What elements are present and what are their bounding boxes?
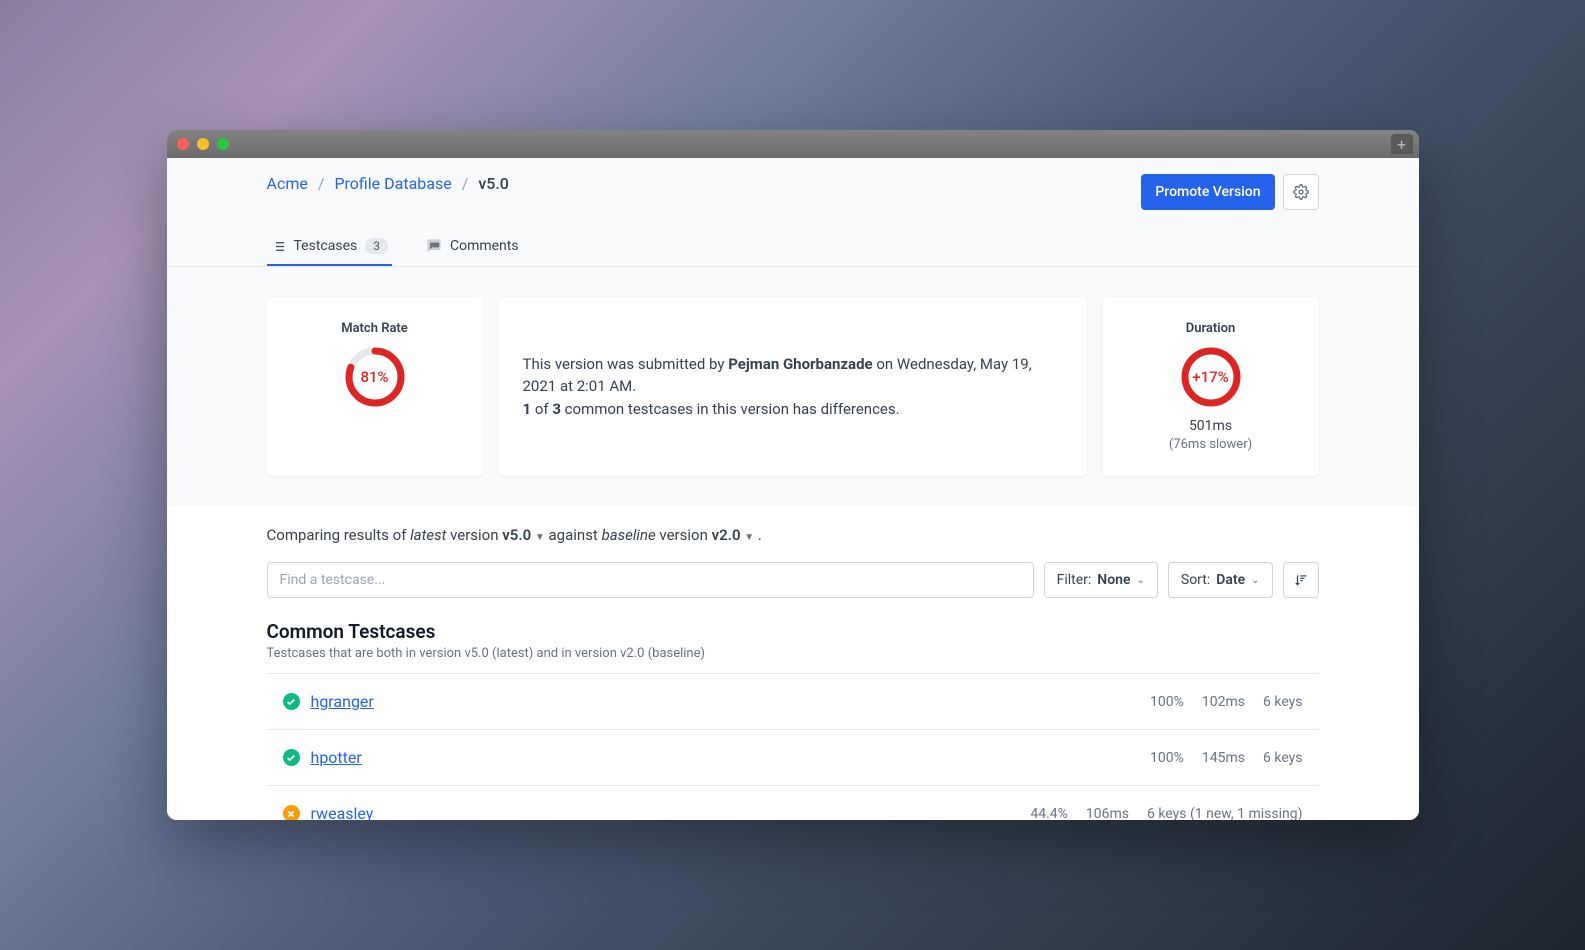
- table-row[interactable]: hpotter 100% 145ms 6 keys: [267, 729, 1319, 785]
- summary-line2: 1 of 3 common testcases in this version …: [523, 398, 1063, 421]
- duration-donut: +17%: [1180, 346, 1242, 408]
- content: Match Rate 81% This version was submitte…: [167, 267, 1419, 820]
- filter-dropdown[interactable]: Filter: None ⌄: [1044, 562, 1158, 598]
- row-duration: 145ms: [1202, 750, 1245, 766]
- tab-testcases[interactable]: Testcases 3: [267, 228, 392, 266]
- cmp-latest: latest: [410, 526, 446, 544]
- duration-ms: 501ms: [1189, 418, 1232, 434]
- chevron-down-icon[interactable]: ▼: [535, 532, 545, 543]
- testcase-link[interactable]: hgranger: [311, 692, 1133, 711]
- tab-comments[interactable]: Comments: [422, 228, 523, 266]
- row-duration: 106ms: [1086, 806, 1129, 821]
- section-subtitle: Testcases that are both in version v5.0 …: [267, 646, 1319, 661]
- row-keys: 6 keys: [1263, 694, 1302, 710]
- breadcrumb-sep: /: [318, 174, 325, 193]
- summary-of: of: [531, 400, 552, 418]
- sort-dropdown[interactable]: Sort: Date ⌄: [1168, 562, 1273, 598]
- tabs: Testcases 3 Comments: [167, 228, 1419, 267]
- row-match: 100%: [1150, 750, 1184, 766]
- cmp-v2[interactable]: v2.0: [712, 526, 741, 544]
- row-duration: 102ms: [1202, 694, 1245, 710]
- duration-title: Duration: [1186, 321, 1236, 336]
- match-rate-donut: 81%: [344, 346, 406, 408]
- check-circle-icon: [283, 693, 300, 710]
- row-status: [283, 749, 311, 766]
- filter-label: Filter:: [1057, 572, 1092, 588]
- window-controls: [177, 138, 229, 150]
- sort-direction-button[interactable]: [1283, 562, 1319, 598]
- tab-testcases-badge: 3: [365, 238, 388, 254]
- cmp-c: against: [545, 526, 602, 544]
- table-row[interactable]: hgranger 100% 102ms 6 keys: [267, 673, 1319, 729]
- controls: Filter: None ⌄ Sort: Date ⌄: [267, 562, 1319, 598]
- row-match: 100%: [1150, 694, 1184, 710]
- summary-card: This version was submitted by Pejman Gho…: [499, 297, 1087, 476]
- close-icon[interactable]: [177, 138, 189, 150]
- header-actions: Promote Version: [1141, 174, 1318, 210]
- summary-author: Pejman Ghorbanzade: [728, 355, 872, 373]
- minimize-icon[interactable]: [197, 138, 209, 150]
- row-match: 44.4%: [1030, 806, 1068, 821]
- settings-button[interactable]: [1283, 174, 1319, 210]
- breadcrumb-org[interactable]: Acme: [267, 174, 308, 193]
- summary-tail: common testcases in this version has dif…: [561, 400, 900, 418]
- app-body: Acme / Profile Database / v5.0 Promote V…: [167, 158, 1419, 820]
- gear-icon: [1293, 184, 1309, 200]
- breadcrumb: Acme / Profile Database / v5.0: [267, 174, 509, 193]
- summary-line1: This version was submitted by Pejman Gho…: [523, 353, 1063, 398]
- row-keys: 6 keys (1 new, 1 missing): [1147, 806, 1303, 821]
- tab-comments-label: Comments: [450, 238, 519, 254]
- chevron-down-icon: ⌄: [1136, 575, 1144, 586]
- warning-circle-icon: [283, 805, 300, 820]
- stat-cards: Match Rate 81% This version was submitte…: [267, 297, 1319, 476]
- sort-label: Sort:: [1181, 572, 1210, 588]
- header: Acme / Profile Database / v5.0 Promote V…: [167, 158, 1419, 210]
- table-row[interactable]: rweasley 44.4% 106ms 6 keys (1 new, 1 missi…: [267, 785, 1319, 820]
- breadcrumb-project[interactable]: Profile Database: [334, 174, 451, 193]
- check-circle-icon: [283, 749, 300, 766]
- app-window: + Acme / Profile Database / v5.0 Promote…: [167, 130, 1419, 820]
- sort-value: Date: [1216, 572, 1245, 588]
- match-rate-value: 81%: [344, 346, 406, 408]
- match-rate-card: Match Rate 81%: [267, 297, 483, 476]
- breadcrumb-sep: /: [462, 174, 469, 193]
- cmp-e: .: [754, 526, 762, 544]
- testcase-link[interactable]: hpotter: [311, 748, 1133, 767]
- tab-testcases-label: Testcases: [294, 238, 358, 254]
- main-panel: Comparing results of latest version v5.0…: [167, 506, 1419, 820]
- titlebar: +: [167, 130, 1419, 158]
- list-icon: [271, 239, 286, 254]
- testcase-list: hgranger 100% 102ms 6 keys hpotter 100% 145ms 6…: [267, 673, 1319, 820]
- row-keys: 6 keys: [1263, 750, 1302, 766]
- section-title: Common Testcases: [267, 620, 1319, 643]
- promote-version-button[interactable]: Promote Version: [1141, 174, 1274, 210]
- summary-total: 3: [552, 400, 561, 418]
- duration-note: (76ms slower): [1169, 437, 1252, 452]
- chevron-down-icon: ⌄: [1251, 575, 1259, 586]
- match-rate-title: Match Rate: [341, 321, 408, 336]
- summary-diffcount: 1: [523, 400, 532, 418]
- cmp-baseline: baseline: [602, 526, 656, 544]
- comparing-text: Comparing results of latest version v5.0…: [267, 526, 1319, 544]
- search-input[interactable]: [267, 562, 1034, 598]
- row-status: [283, 693, 311, 710]
- duration-card: Duration +17% 501ms (76ms slower): [1103, 297, 1319, 476]
- cmp-v1[interactable]: v5.0: [502, 526, 531, 544]
- summary-prefix: This version was submitted by: [523, 355, 729, 373]
- duration-value: +17%: [1180, 346, 1242, 408]
- cmp-b: version: [446, 526, 502, 544]
- chevron-down-icon[interactable]: ▼: [744, 532, 754, 543]
- comments-icon: [426, 238, 442, 254]
- cmp-a: Comparing results of: [267, 526, 411, 544]
- new-tab-button[interactable]: +: [1391, 134, 1413, 154]
- breadcrumb-version: v5.0: [478, 174, 509, 193]
- cmp-d: version: [656, 526, 712, 544]
- sort-desc-icon: [1294, 573, 1308, 587]
- row-status: [283, 805, 311, 820]
- testcase-link[interactable]: rweasley: [311, 804, 1013, 820]
- filter-value: None: [1097, 572, 1130, 588]
- maximize-icon[interactable]: [217, 138, 229, 150]
